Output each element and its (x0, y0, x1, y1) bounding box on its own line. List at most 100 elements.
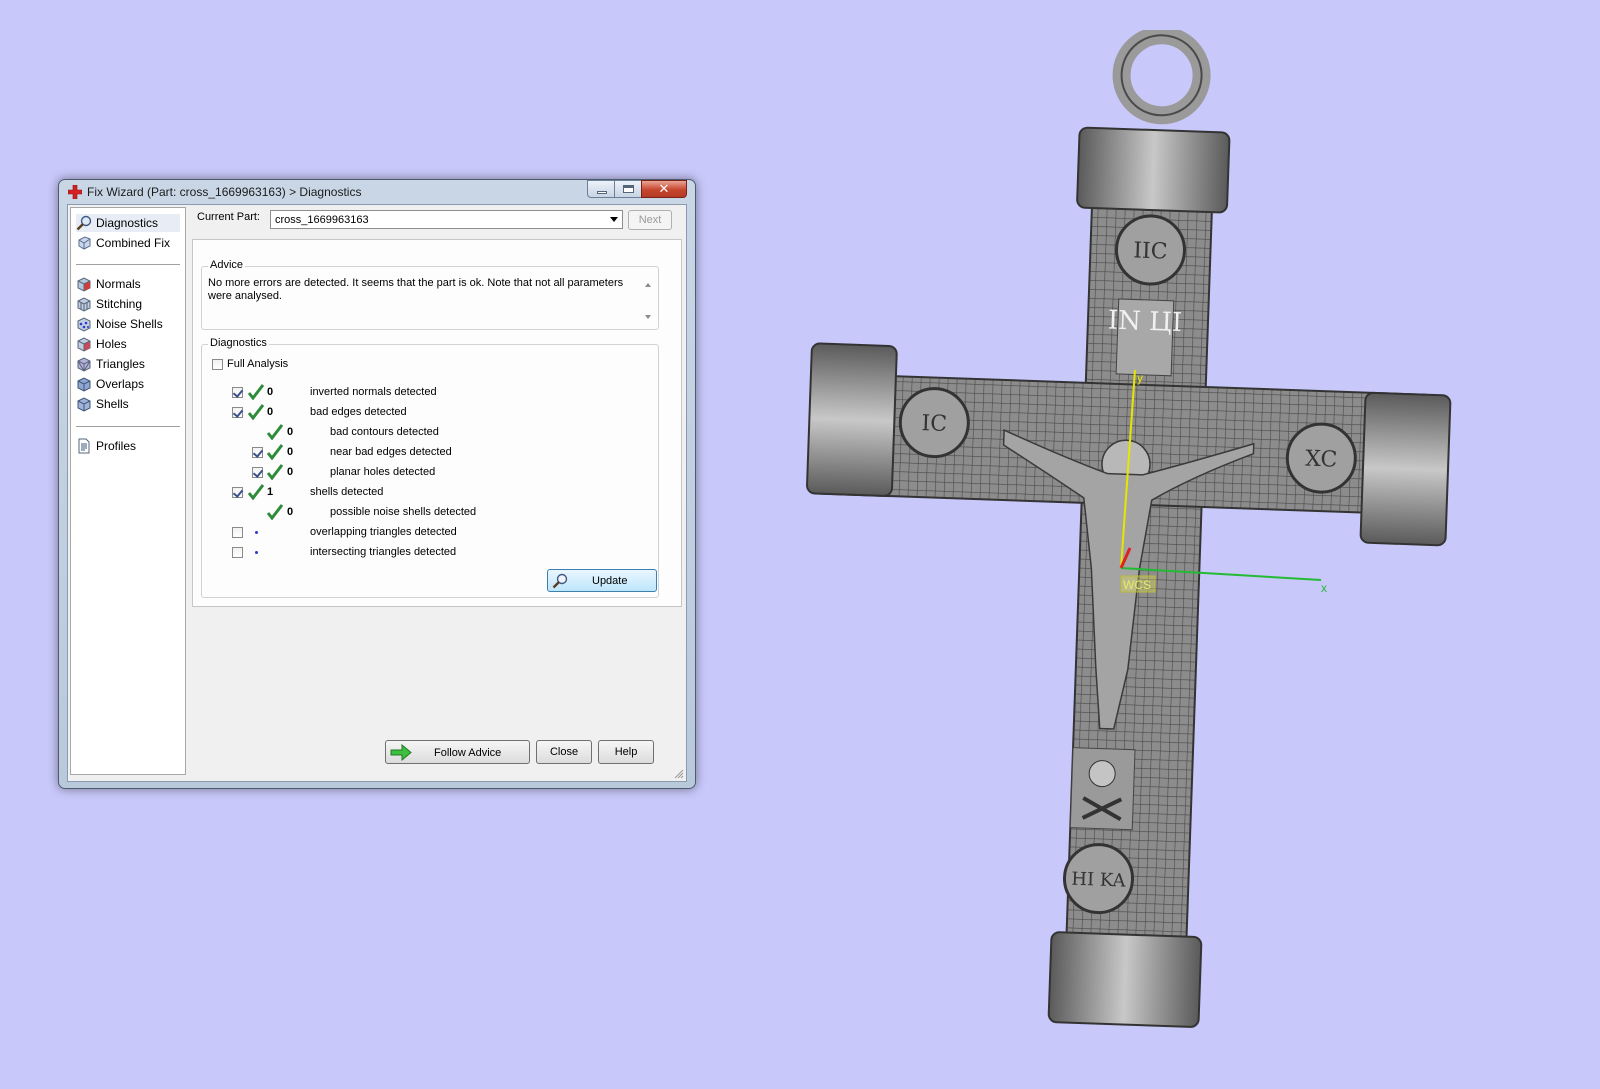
medallion-bottom: HI KA (1063, 843, 1135, 915)
nav-item-noise-shells[interactable]: Noise Shells (76, 315, 180, 333)
overlaps-cube-icon (77, 377, 91, 392)
diagnostics-group-title: Diagnostics (208, 337, 269, 349)
row-label: shells detected (310, 486, 384, 498)
current-part-value: cross_1669963163 (275, 214, 369, 226)
close-window-button[interactable]: ✕ (641, 180, 687, 198)
shells-cube-icon (77, 397, 91, 412)
resize-grip-icon[interactable] (674, 769, 684, 779)
wizard-nav: Diagnostics Combined Fix Normals Stitchi… (70, 207, 186, 775)
diagnostics-group: Diagnostics Full Analysis 0 inverted nor… (201, 337, 659, 598)
nav-item-label: Combined Fix (96, 236, 171, 250)
current-part-label: Current Part: (197, 211, 260, 223)
green-arrow-icon (390, 744, 412, 761)
checkmark-icon (266, 464, 284, 480)
nav-item-label: Profiles (96, 439, 137, 453)
nav-separator (76, 264, 180, 266)
y-axis-label: y (1137, 371, 1143, 385)
nav-item-normals[interactable]: Normals (76, 275, 180, 293)
wizard-panel: Advice No more errors are detected. It s… (192, 239, 682, 607)
full-analysis-label: Full Analysis (227, 358, 289, 370)
minimize-button[interactable] (587, 180, 615, 198)
next-button[interactable]: Next (628, 210, 672, 230)
row-checkbox-intersecting-triangles[interactable] (232, 547, 243, 558)
magnifier-icon (76, 215, 92, 231)
follow-advice-button[interactable]: Follow Advice (385, 740, 530, 764)
checkmark-icon (247, 384, 265, 400)
full-analysis-checkbox[interactable] (212, 359, 223, 370)
row-checkbox-near-bad-edges[interactable] (252, 447, 263, 458)
row-count: 0 (267, 386, 274, 398)
row-label: planar holes detected (330, 466, 436, 478)
current-part-select[interactable]: cross_1669963163 (270, 210, 623, 229)
triangles-cube-icon (77, 357, 91, 372)
nav-item-combined-fix[interactable]: Combined Fix (76, 234, 180, 252)
checkmark-icon (266, 444, 284, 460)
row-checkbox-overlapping-triangles[interactable] (232, 527, 243, 538)
checkmark-icon (247, 484, 265, 500)
stitching-cube-icon (77, 297, 91, 312)
pending-dot-icon (255, 531, 258, 534)
row-count: 1 (267, 486, 274, 498)
3d-viewport[interactable]: IIC IC XC HI KA IN ЦI x y WCS (780, 30, 1480, 1080)
row-count: 0 (287, 466, 294, 478)
row-checkbox-inverted-normals[interactable] (232, 387, 243, 398)
maximize-button[interactable] (614, 180, 642, 198)
checkmark-icon (247, 404, 265, 420)
cube-icon (78, 236, 91, 250)
dialog-client-area: Diagnostics Combined Fix Normals Stitchi… (67, 204, 687, 782)
x-axis-label: x (1321, 581, 1327, 595)
window-title: Fix Wizard (Part: cross_1669963163) > Di… (87, 185, 362, 199)
nav-item-label: Shells (96, 397, 129, 411)
medallion-right: XC (1285, 422, 1357, 494)
checkmark-icon (266, 424, 284, 440)
row-label: bad edges detected (310, 406, 407, 418)
nav-item-stitching[interactable]: Stitching (76, 295, 180, 313)
update-label: Update (592, 575, 628, 587)
pending-dot-icon (255, 551, 258, 554)
skull-emblem (1069, 747, 1136, 831)
cross-bottom-cap (1047, 931, 1203, 1028)
advice-group-title: Advice (208, 259, 246, 271)
nav-item-overlaps[interactable]: Overlaps (76, 375, 180, 393)
title-plaque-text: IN ЦI (1107, 306, 1182, 339)
normals-cube-icon (77, 277, 91, 292)
checkmark-icon (266, 504, 284, 520)
nav-item-label: Stitching (96, 297, 143, 311)
nav-item-triangles[interactable]: Triangles (76, 355, 180, 373)
nav-item-label: Diagnostics (96, 216, 159, 230)
title-bar[interactable]: Fix Wizard (Part: cross_1669963163) > Di… (59, 180, 695, 204)
nav-item-profiles[interactable]: Profiles (76, 437, 180, 455)
cross-model: IIC IC XC HI KA IN ЦI (806, 30, 1452, 1028)
nav-item-label: Overlaps (96, 377, 145, 391)
nav-item-label: Noise Shells (96, 317, 163, 331)
help-button[interactable]: Help (598, 740, 654, 764)
nav-separator (76, 426, 180, 428)
medallion-top: IIC (1114, 214, 1186, 286)
advice-group: Advice No more errors are detected. It s… (201, 259, 659, 330)
close-button[interactable]: Close (536, 740, 592, 764)
cross-top-cap (1076, 126, 1231, 214)
row-checkbox-bad-edges[interactable] (232, 407, 243, 418)
svg-text:IC: IC (921, 411, 947, 437)
chevron-down-icon (610, 217, 618, 222)
cross-right-cap (1359, 391, 1452, 547)
row-count: 0 (287, 506, 294, 518)
row-label: near bad edges detected (330, 446, 452, 458)
follow-advice-label: Follow Advice (434, 747, 502, 759)
update-button[interactable]: Update (547, 569, 657, 592)
close-icon: ✕ (658, 182, 670, 197)
nav-item-label: Normals (96, 277, 141, 291)
row-checkbox-planar-holes[interactable] (252, 467, 263, 478)
advice-scrollbar[interactable] (642, 279, 654, 323)
row-label: overlapping triangles detected (310, 526, 457, 538)
row-checkbox-shells[interactable] (232, 487, 243, 498)
nav-item-holes[interactable]: Holes (76, 335, 180, 353)
red-cross-icon (68, 185, 82, 199)
row-count: 0 (267, 406, 274, 418)
nav-item-diagnostics[interactable]: Diagnostics (76, 214, 180, 232)
magnifier-icon (552, 573, 568, 589)
minimize-icon (597, 191, 607, 194)
nav-item-shells[interactable]: Shells (76, 395, 180, 413)
nav-item-label: Holes (96, 337, 127, 351)
document-icon (78, 438, 90, 454)
